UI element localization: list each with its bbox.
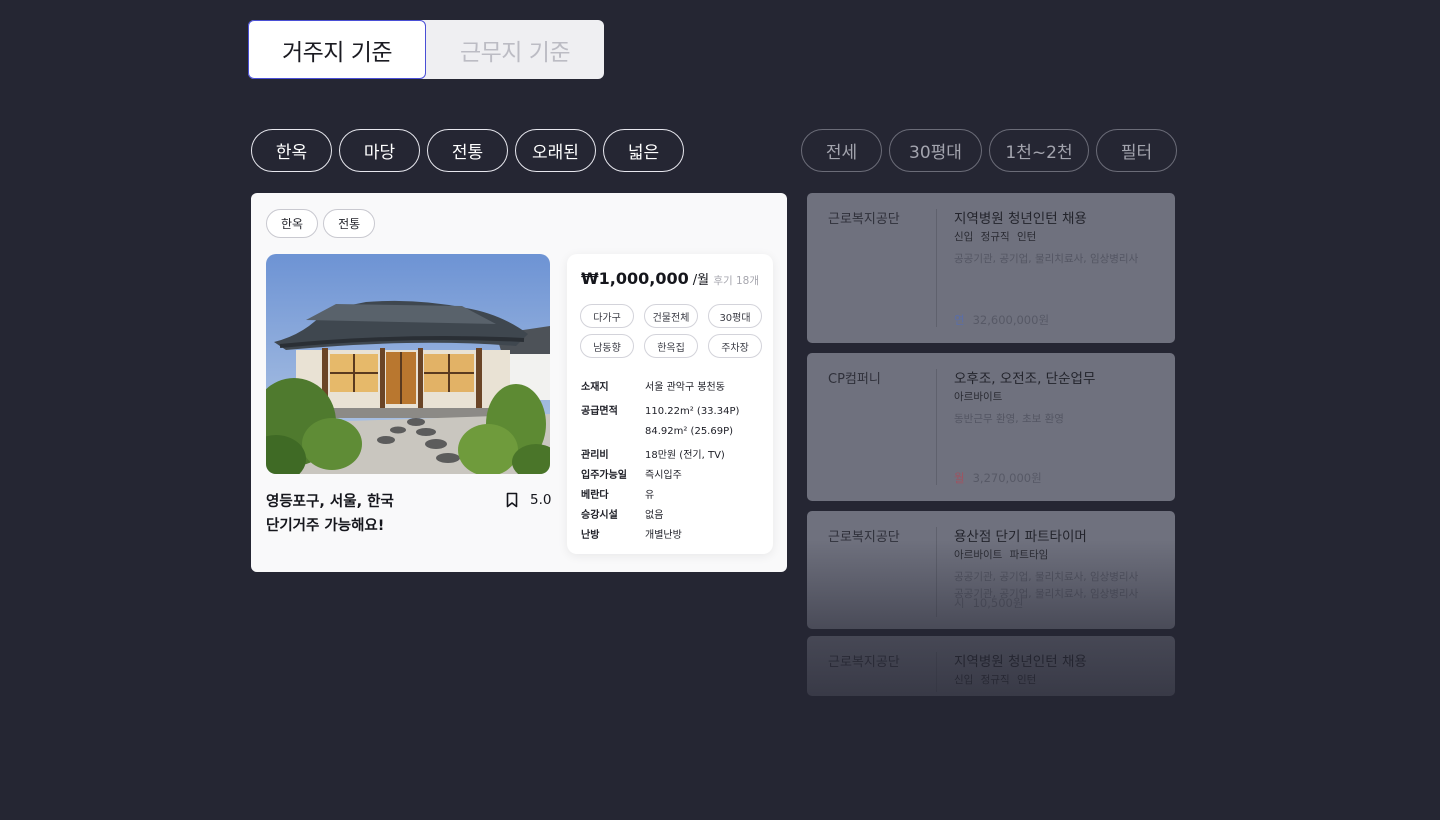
info-value: 18만원 (전기, TV) [645,450,725,461]
pay-kind: 시 [954,596,965,610]
job-divider [936,369,937,485]
info-label: 입주가능일 [581,470,627,481]
filter-button[interactable]: 필터 [1096,129,1177,172]
info-value: 즉시입주 [645,470,682,481]
listing-tag: 전통 [323,209,376,238]
listing-rating: 5.0 [506,492,551,508]
listing-price: ₩1,000,000/월 [581,269,709,288]
info-row-elevator: 승강시설 없음 [581,506,739,526]
job-divider [936,652,937,692]
chip-traditional[interactable]: 전통 [427,129,508,172]
job-divider [936,209,937,327]
rating-value: 5.0 [530,492,552,508]
info-label: 난방 [581,530,600,541]
chip-size[interactable]: 30평대 [889,129,982,172]
chip-old[interactable]: 오래된 [515,129,596,172]
listing-info: 소재지 서울 관악구 봉천동 공급면적 110.22m² (33.34P) 84… [581,378,739,546]
pay-amount: 32,600,000원 [972,313,1050,327]
listing-title-line1: 영등포구, 서울, 한국 [266,494,394,510]
job-meta: 신입 정규직 인턴 [954,674,1037,686]
job-card[interactable]: CP컴퍼니 오후조, 오전조, 단순업무 아르바이트 동반근무 환영, 초보 환… [807,353,1175,501]
price-amount: ₩1,000,000 [581,269,689,288]
chip-spacious[interactable]: 넓은 [603,129,684,172]
listing-photo[interactable] [266,254,550,474]
info-value: 없음 [645,510,664,521]
hanok-house-image [266,254,550,474]
job-title: 지역병원 청년인턴 채용 [954,654,1087,670]
listing-card[interactable]: 한옥 전통 영등포구, 서울, 한국 단기거주 가능해요! 5.0 ₩1,000… [251,193,787,572]
job-title: 용산점 단기 파트타이머 [954,529,1087,545]
job-chip-row: 전세 30평대 1천~2천 필터 [801,129,1177,172]
chip-hanok[interactable]: 한옥 [251,129,332,172]
feature-tag: 남동향 [580,334,634,358]
info-row-fee: 관리비 18만원 (전기, TV) [581,446,739,466]
feature-grid: 다가구 건물전체 30평대 남동향 한옥집 주차장 [580,304,762,358]
info-label: 승강시설 [581,510,618,521]
info-label: 소재지 [581,382,609,393]
job-meta: 신입 정규직 인턴 [954,231,1037,243]
info-value: 유 [645,490,655,501]
job-card[interactable]: 근로복지공단 지역병원 청년인턴 채용 신입 정규직 인턴 [807,636,1175,696]
listing-title[interactable]: 영등포구, 서울, 한국 단기거주 가능해요! [266,490,394,538]
feature-tag: 다가구 [580,304,634,328]
mode-toggle: 거주지 기준 근무지 기준 [248,20,604,79]
pay-kind: 연 [954,313,965,327]
pay-amount: 3,270,000원 [972,471,1042,485]
info-row-balcony: 베란다 유 [581,486,739,506]
job-card[interactable]: 근로복지공단 용산점 단기 파트타이머 아르바이트 파트타임 공공기관, 공기업… [807,511,1175,629]
residence-mode-button[interactable]: 거주지 기준 [248,20,427,79]
house-chip-row: 한옥 마당 전통 오래된 넓은 [251,129,684,172]
feature-tag: 건물전체 [644,304,698,328]
feature-tag: 주차장 [708,334,762,358]
job-meta: 아르바이트 파트타임 [954,549,1049,561]
info-row-area: 공급면적 110.22m² (33.34P) 84.92m² (25.69P) [581,402,739,442]
listing-title-line2: 단기거주 가능해요! [266,518,385,534]
job-divider [936,527,937,617]
listing-tag: 한옥 [266,209,319,238]
info-label: 베란다 [581,490,609,501]
job-company: CP컴퍼니 [828,372,881,387]
job-company: 근로복지공단 [828,212,900,227]
area-supply: 110.22m² (33.34P) [645,406,740,417]
info-row-movein: 입주가능일 즉시입주 [581,466,739,486]
job-meta: 아르바이트 [954,391,1003,403]
info-label: 공급면적 [581,406,618,417]
bookmark-icon[interactable] [506,492,518,508]
info-value: 개별난방 [645,530,682,541]
feature-tag: 30평대 [708,304,762,328]
pay-amount: 10,500원 [972,596,1024,610]
job-company: 근로복지공단 [828,655,900,670]
listing-detail-panel: ₩1,000,000/월 후기 18개 다가구 건물전체 30평대 남동향 한옥… [567,254,773,554]
feature-tag: 한옥집 [644,334,698,358]
job-pay: 월 3,270,000원 [954,470,1042,486]
price-unit: /월 [692,273,710,288]
job-title: 오후조, 오전조, 단순업무 [954,371,1096,387]
job-title: 지역병원 청년인턴 채용 [954,211,1087,227]
job-company: 근로복지공단 [828,530,900,545]
pay-kind: 월 [954,471,965,485]
chip-jeonse[interactable]: 전세 [801,129,882,172]
job-description: 공공기관, 공기업, 물리치료사, 임상병리사 [954,253,1139,265]
area-exclusive: 84.92m² (25.69P) [645,426,734,437]
job-card[interactable]: 근로복지공단 지역병원 청년인턴 채용 신입 정규직 인턴 공공기관, 공기업,… [807,193,1175,343]
job-pay: 시 10,500원 [954,595,1023,611]
chip-price-range[interactable]: 1천~2천 [989,129,1089,172]
work-mode-button[interactable]: 근무지 기준 [426,20,604,79]
info-label: 관리비 [581,450,609,461]
review-count[interactable]: 후기 18개 [713,273,759,288]
info-value: 서울 관악구 봉천동 [645,382,725,393]
info-value: 110.22m² (33.34P) 84.92m² (25.69P) [645,402,739,442]
job-description: 동반근무 환영, 초보 환영 [954,413,1064,425]
info-row-location: 소재지 서울 관악구 봉천동 [581,378,739,398]
job-pay: 연 32,600,000원 [954,312,1049,328]
job-description-line: 공공기관, 공기업, 물리치료사, 임상병리사 [954,571,1139,583]
info-row-heating: 난방 개별난방 [581,526,739,546]
chip-yard[interactable]: 마당 [339,129,420,172]
listing-tags: 한옥 전통 [266,209,376,238]
